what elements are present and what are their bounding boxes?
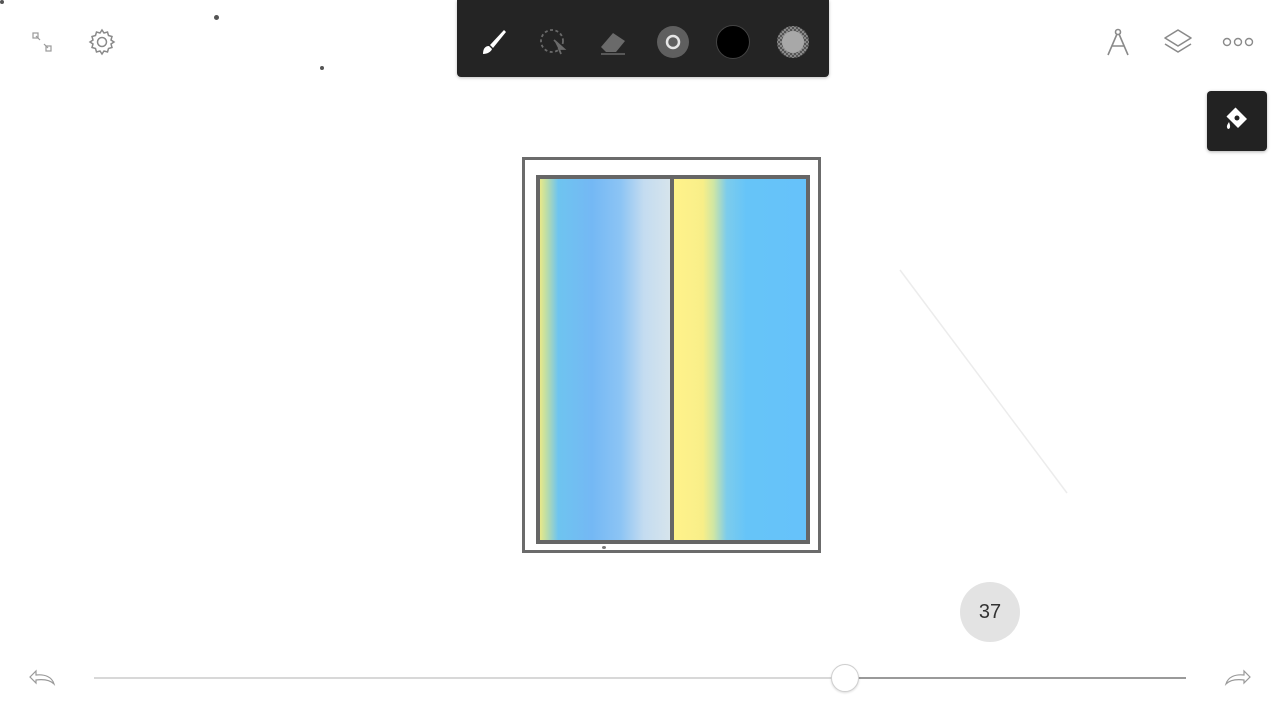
brush-size-slider-fill [843, 677, 1186, 679]
fill-tool-button[interactable] [1207, 91, 1267, 151]
redo-icon[interactable] [1218, 658, 1258, 698]
canvas-dot [602, 546, 606, 549]
paint-bucket-icon [1222, 104, 1252, 139]
brush-size-slider-thumb[interactable] [830, 664, 859, 692]
compass-ruler-icon[interactable] [1098, 22, 1138, 62]
faint-stroke [899, 269, 1068, 494]
canvas-dot [0, 0, 4, 4]
artwork-window [536, 175, 810, 544]
brush-size-value: 37 [960, 582, 1020, 642]
eraser-icon[interactable] [593, 18, 633, 66]
brush-size-icon[interactable] [653, 18, 693, 66]
brush-icon[interactable] [473, 18, 513, 66]
brush-size-slider-track[interactable] [94, 677, 1186, 679]
gear-icon[interactable] [82, 22, 122, 62]
more-horizontal-icon[interactable] [1218, 22, 1258, 62]
opacity-icon[interactable] [773, 18, 813, 66]
drawing-toolbar [457, 0, 829, 77]
canvas-dot [320, 66, 324, 70]
window-pane-right [674, 179, 806, 540]
layers-icon[interactable] [1158, 22, 1198, 62]
canvas-dot [214, 15, 219, 20]
color-swatch[interactable] [713, 18, 753, 66]
collapse-icon[interactable] [22, 22, 62, 62]
window-pane-left [540, 179, 670, 540]
undo-icon[interactable] [22, 658, 62, 698]
lasso-select-icon[interactable] [533, 18, 573, 66]
